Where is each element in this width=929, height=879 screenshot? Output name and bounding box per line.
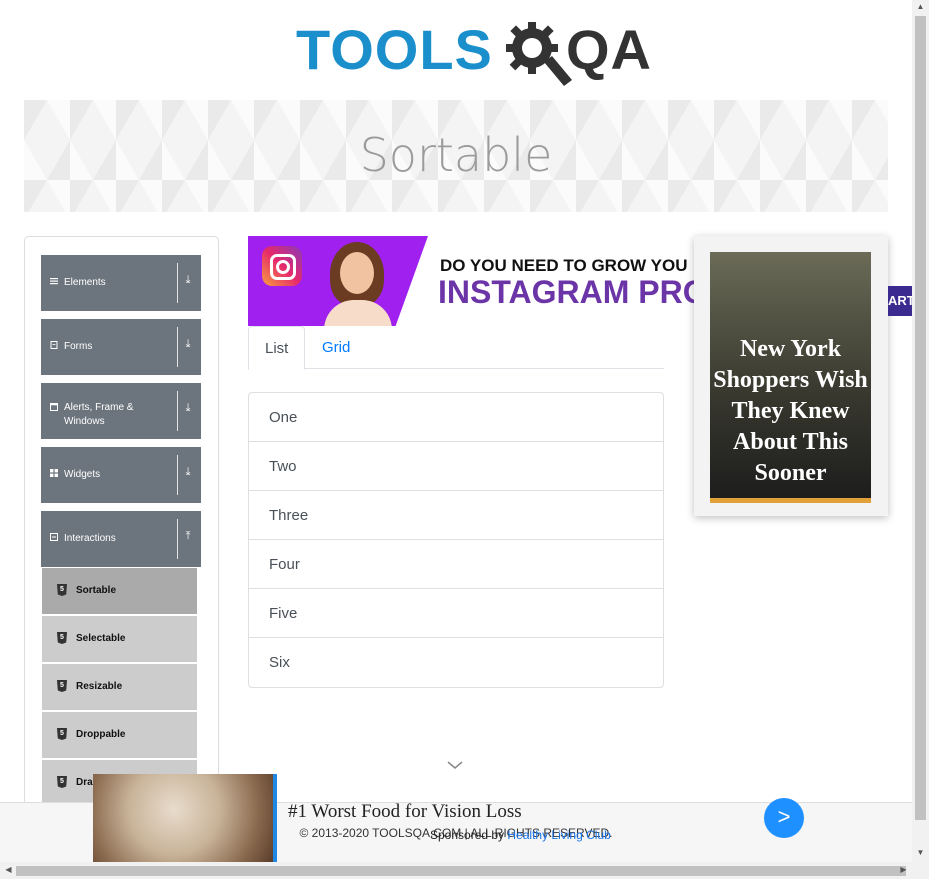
sidebar-group-forms[interactable]: Forms ⤓ <box>41 319 201 375</box>
ad-garlic-image[interactable] <box>93 774 277 862</box>
sidebar-item-label: Droppable <box>76 729 126 740</box>
ad-sponsor-prefix: Sponsored by <box>430 828 508 842</box>
group-divider <box>177 391 178 431</box>
list-item[interactable]: Three <box>249 491 663 540</box>
sidebar-group-interactions[interactable]: Interactions ⤒ <box>41 511 201 567</box>
sidebar-group-label: Alerts, Frame & Windows <box>64 402 134 427</box>
sidebar-item-label: Selectable <box>76 633 126 644</box>
scroll-up-arrow-icon[interactable]: ▲ <box>912 2 929 11</box>
list-item-label: Two <box>269 458 297 475</box>
instagram-ad[interactable]: DO YOU NEED TO GROW YOU INSTAGRAM PRO <box>248 236 698 326</box>
tab-list[interactable]: List <box>248 326 306 370</box>
gear-magnifier-icon <box>506 22 572 86</box>
tab-grid[interactable]: Grid <box>306 326 366 367</box>
form-icon <box>50 341 58 349</box>
list-item[interactable]: Six <box>249 638 663 686</box>
sidebar: Elements ⤓ Forms ⤓ Alerts, Frame & Windo… <box>24 236 219 818</box>
shopping-ad[interactable]: New York Shoppers Wish They Knew About T… <box>694 236 888 516</box>
interactions-icon <box>50 533 58 541</box>
group-divider <box>177 455 178 495</box>
window-icon <box>50 403 58 411</box>
download-arrow-icon: ⤓ <box>185 338 191 350</box>
vertical-scroll-thumb[interactable] <box>915 16 926 820</box>
ad-person-image <box>318 242 398 326</box>
ad-headline[interactable]: #1 Worst Food for Vision Loss <box>288 801 522 823</box>
list-item[interactable]: Two <box>249 442 663 491</box>
chevron-down-icon[interactable] <box>446 758 464 772</box>
group-divider <box>177 327 178 367</box>
page-banner: Sortable <box>24 100 888 212</box>
start-button[interactable]: ART <box>888 286 912 316</box>
sidebar-item-label: Dra <box>76 777 93 788</box>
sidebar-group-widgets[interactable]: Widgets ⤓ <box>41 447 201 503</box>
sidebar-group-label: Forms <box>64 341 93 352</box>
download-arrow-icon: ⤓ <box>185 402 191 414</box>
ad-headline-2: INSTAGRAM PRO <box>438 274 698 310</box>
sidebar-group-label: Widgets <box>64 469 101 480</box>
group-divider <box>177 263 178 303</box>
toolsqa-logo[interactable]: TOOLS QA <box>296 14 651 90</box>
list-item-label: Three <box>269 507 309 524</box>
sidebar-group-alerts-frame-windows[interactable]: Alerts, Frame & Windows ⤓ <box>41 383 201 439</box>
download-arrow-icon: ⤓ <box>185 274 191 286</box>
upload-arrow-icon: ⤒ <box>185 530 191 542</box>
sortable-list: One Two Three Four Five Six <box>248 392 664 688</box>
sidebar-item-label: Resizable <box>76 681 123 692</box>
ad-go-button[interactable]: > <box>764 798 804 838</box>
download-arrow-icon: ⤓ <box>185 466 191 478</box>
page-title: Sortable <box>359 128 553 182</box>
list-item-label: Four <box>269 556 300 573</box>
scroll-right-arrow-icon[interactable]: ▶ <box>895 865 912 874</box>
logo-text-tools: TOOLS <box>296 18 493 81</box>
sidebar-item-droppable[interactable]: 5 Droppable <box>42 712 197 758</box>
ad-sponsor: Sponsored by Healthy Living Club <box>430 828 611 842</box>
ad-sponsor-brand[interactable]: Healthy Living Club <box>507 828 610 842</box>
list-item-label: Six <box>269 654 290 671</box>
list-item-label: One <box>269 409 298 426</box>
menu-icon <box>50 278 58 285</box>
list-item[interactable]: One <box>249 393 663 442</box>
tab-bar: List Grid <box>248 326 664 370</box>
sidebar-item-resizable[interactable]: 5 Resizable <box>42 664 197 710</box>
html5-icon: 5 <box>57 776 67 788</box>
sidebar-item-sortable[interactable]: 5 Sortable <box>42 568 197 614</box>
group-divider <box>177 519 178 559</box>
logo-text-qa: QA <box>566 18 652 81</box>
instagram-icon <box>262 246 302 286</box>
ad-headline-1: DO YOU NEED TO GROW YOU <box>440 256 688 275</box>
sidebar-item-selectable[interactable]: 5 Selectable <box>42 616 197 662</box>
sidebar-group-label: Elements <box>64 277 106 288</box>
html5-icon: 5 <box>57 728 67 740</box>
html5-icon: 5 <box>57 680 67 692</box>
scroll-down-arrow-icon[interactable]: ▼ <box>912 848 929 857</box>
widgets-icon <box>50 469 58 477</box>
html5-icon: 5 <box>57 584 67 596</box>
list-item-label: Five <box>269 605 298 622</box>
html5-icon: 5 <box>57 632 67 644</box>
sidebar-item-label: Sortable <box>76 585 117 596</box>
ad-text: New York Shoppers Wish They Knew About T… <box>713 336 868 486</box>
horizontal-scroll-thumb[interactable] <box>16 866 906 876</box>
list-item[interactable]: Four <box>249 540 663 589</box>
sidebar-group-elements[interactable]: Elements ⤓ <box>41 255 201 311</box>
scroll-left-arrow-icon[interactable]: ◀ <box>0 865 17 874</box>
list-item[interactable]: Five <box>249 589 663 638</box>
sidebar-group-label: Interactions <box>64 533 116 544</box>
